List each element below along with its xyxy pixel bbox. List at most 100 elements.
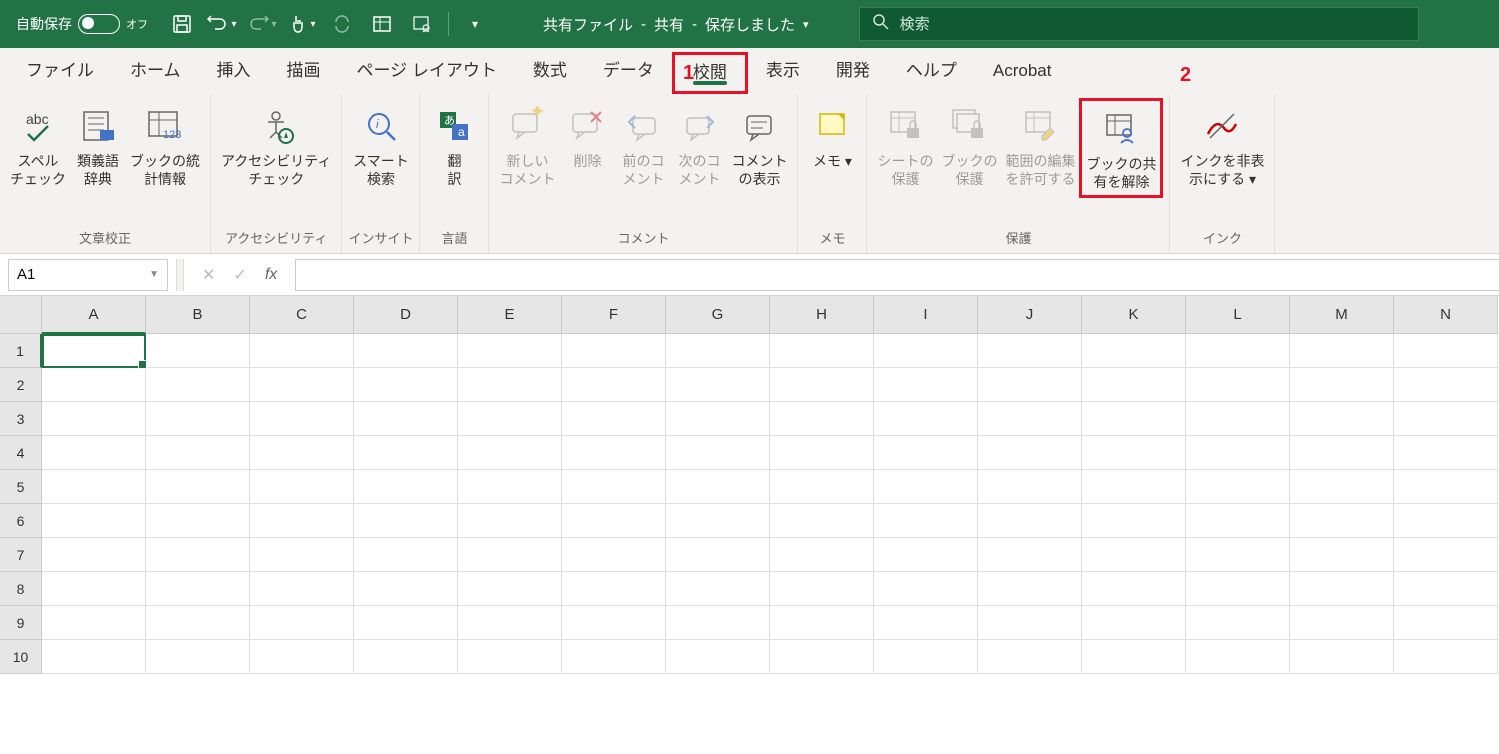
cell-J10[interactable] [978, 640, 1082, 674]
cell-D10[interactable] [354, 640, 458, 674]
cell-C4[interactable] [250, 436, 354, 470]
chevron-down-icon[interactable]: ▼ [149, 269, 159, 280]
cell-N7[interactable] [1394, 538, 1498, 572]
cell-J5[interactable] [978, 470, 1082, 504]
cell-N1[interactable] [1394, 334, 1498, 368]
cell-F7[interactable] [562, 538, 666, 572]
save-icon[interactable] [164, 8, 200, 40]
row-header-8[interactable]: 8 [0, 572, 42, 606]
col-header-A[interactable]: A [42, 296, 146, 334]
cell-I2[interactable] [874, 368, 978, 402]
cell-K4[interactable] [1082, 436, 1186, 470]
autosave-toggle[interactable]: 自動保存 オフ [10, 14, 154, 34]
cell-J1[interactable] [978, 334, 1082, 368]
ribbon-btn-stats[interactable]: 123ブックの統 計情報 [126, 98, 204, 192]
cell-A2[interactable] [42, 368, 146, 402]
cell-H4[interactable] [770, 436, 874, 470]
cell-J2[interactable] [978, 368, 1082, 402]
cell-H3[interactable] [770, 402, 874, 436]
cell-C1[interactable] [250, 334, 354, 368]
col-header-D[interactable]: D [354, 296, 458, 334]
search-input[interactable] [900, 16, 1406, 33]
ribbon-btn-ink[interactable]: インクを非表 示にする ▾ [1176, 98, 1268, 192]
cell-N8[interactable] [1394, 572, 1498, 606]
cell-F8[interactable] [562, 572, 666, 606]
cell-A1[interactable] [42, 334, 146, 368]
cell-D9[interactable] [354, 606, 458, 640]
cell-A5[interactable] [42, 470, 146, 504]
cell-D4[interactable] [354, 436, 458, 470]
cell-G2[interactable] [666, 368, 770, 402]
cell-B10[interactable] [146, 640, 250, 674]
tab-データ[interactable]: データ [585, 48, 672, 94]
cell-N5[interactable] [1394, 470, 1498, 504]
col-header-E[interactable]: E [458, 296, 562, 334]
cell-C9[interactable] [250, 606, 354, 640]
tab-ページ レイアウト[interactable]: ページ レイアウト [339, 48, 515, 94]
cell-H8[interactable] [770, 572, 874, 606]
touch-mode-icon[interactable]: ▾ [284, 8, 320, 40]
cell-K1[interactable] [1082, 334, 1186, 368]
col-header-J[interactable]: J [978, 296, 1082, 334]
cell-C2[interactable] [250, 368, 354, 402]
col-header-C[interactable]: C [250, 296, 354, 334]
cell-M8[interactable] [1290, 572, 1394, 606]
cell-M6[interactable] [1290, 504, 1394, 538]
cell-L10[interactable] [1186, 640, 1290, 674]
tab-ヘルプ[interactable]: ヘルプ [888, 48, 975, 94]
col-header-M[interactable]: M [1290, 296, 1394, 334]
cell-B9[interactable] [146, 606, 250, 640]
cell-I10[interactable] [874, 640, 978, 674]
cell-J4[interactable] [978, 436, 1082, 470]
cell-I3[interactable] [874, 402, 978, 436]
cell-M10[interactable] [1290, 640, 1394, 674]
cell-F4[interactable] [562, 436, 666, 470]
row-header-3[interactable]: 3 [0, 402, 42, 436]
cell-D7[interactable] [354, 538, 458, 572]
cell-D2[interactable] [354, 368, 458, 402]
cell-J3[interactable] [978, 402, 1082, 436]
cell-C7[interactable] [250, 538, 354, 572]
cell-F5[interactable] [562, 470, 666, 504]
cell-G9[interactable] [666, 606, 770, 640]
ribbon-btn-smart[interactable]: iスマート 検索 [349, 98, 413, 192]
cell-A8[interactable] [42, 572, 146, 606]
cell-E5[interactable] [458, 470, 562, 504]
cell-L7[interactable] [1186, 538, 1290, 572]
tab-数式[interactable]: 数式 [515, 48, 585, 94]
share-workbook-legacy-icon[interactable] [404, 8, 440, 40]
cell-N10[interactable] [1394, 640, 1498, 674]
cell-B3[interactable] [146, 402, 250, 436]
col-header-F[interactable]: F [562, 296, 666, 334]
cell-B2[interactable] [146, 368, 250, 402]
col-header-K[interactable]: K [1082, 296, 1186, 334]
cell-E4[interactable] [458, 436, 562, 470]
cell-C6[interactable] [250, 504, 354, 538]
cell-A3[interactable] [42, 402, 146, 436]
cell-I4[interactable] [874, 436, 978, 470]
ribbon-btn-thesaurus[interactable]: 類義語 辞典 [70, 98, 126, 192]
cell-J9[interactable] [978, 606, 1082, 640]
formula-input[interactable] [295, 259, 1499, 291]
cell-C3[interactable] [250, 402, 354, 436]
cell-M5[interactable] [1290, 470, 1394, 504]
cell-L4[interactable] [1186, 436, 1290, 470]
row-header-9[interactable]: 9 [0, 606, 42, 640]
customize-qat-icon[interactable]: ▾ [457, 8, 493, 40]
cell-F9[interactable] [562, 606, 666, 640]
cell-J8[interactable] [978, 572, 1082, 606]
cell-K7[interactable] [1082, 538, 1186, 572]
cell-H6[interactable] [770, 504, 874, 538]
cell-E2[interactable] [458, 368, 562, 402]
cell-F2[interactable] [562, 368, 666, 402]
cell-L1[interactable] [1186, 334, 1290, 368]
tab-Acrobat[interactable]: Acrobat [975, 48, 1070, 94]
cell-N4[interactable] [1394, 436, 1498, 470]
cell-A6[interactable] [42, 504, 146, 538]
cell-E1[interactable] [458, 334, 562, 368]
ribbon-btn-translate[interactable]: あa翻 訳 [426, 98, 482, 192]
cell-L5[interactable] [1186, 470, 1290, 504]
col-header-H[interactable]: H [770, 296, 874, 334]
cell-B4[interactable] [146, 436, 250, 470]
cell-M1[interactable] [1290, 334, 1394, 368]
